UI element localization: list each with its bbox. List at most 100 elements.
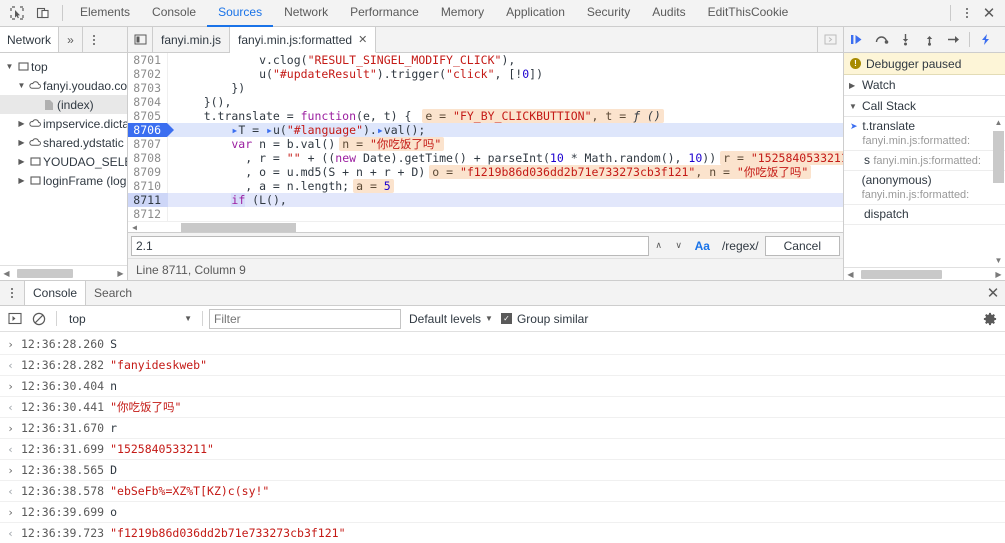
navigator-more-tabs-icon[interactable]: » <box>59 27 84 52</box>
tab-security[interactable]: Security <box>576 0 641 27</box>
line-number[interactable]: 8703 <box>128 81 168 95</box>
console-message[interactable]: › 12:36:31.670 r <box>0 418 1005 439</box>
tree-node-impservice[interactable]: ▶ impservice.dicta <box>0 114 127 133</box>
console-message[interactable]: › 12:36:28.260 S <box>0 334 1005 355</box>
tree-node-shared-ydstatic[interactable]: ▶ shared.ydstatic <box>0 133 127 152</box>
line-number[interactable]: 8702 <box>128 67 168 81</box>
debugger-horizontal-scrollbar[interactable]: ◀ ▶ <box>844 267 1005 280</box>
resume-script-execution-icon[interactable] <box>846 29 869 51</box>
code-line[interactable]: 8710 , a = n.length; a = 5 <box>128 179 843 193</box>
console-message[interactable]: › 12:36:38.565 D <box>0 460 1005 481</box>
code-line[interactable]: 8712 <box>128 207 843 221</box>
group-similar-checkbox[interactable]: ✓ Group similar <box>500 312 588 326</box>
tab-console[interactable]: Console <box>141 0 207 27</box>
line-content[interactable]: u("#updateResult").trigger("click", [!0]… <box>168 67 843 81</box>
gear-icon[interactable] <box>979 308 1001 330</box>
step-over-next-call-icon[interactable] <box>870 29 893 51</box>
line-number[interactable]: 8701 <box>128 53 168 67</box>
code-line-selected[interactable]: 8711 if (L(), <box>128 193 843 207</box>
editor-horizontal-scrollbar[interactable]: ◀ ▶ <box>128 221 843 232</box>
line-number[interactable]: 8708 <box>128 151 168 165</box>
close-devtools-icon[interactable]: ✕ <box>977 1 1001 25</box>
tree-node-youdao-select[interactable]: ▶ YOUDAO_SELE <box>0 152 127 171</box>
line-number[interactable]: 8711 <box>128 193 168 207</box>
call-stack-item[interactable]: ➤ t.translate fanyi.min.js:formatted: <box>844 117 1005 151</box>
chevron-down-icon[interactable]: ▼ <box>184 314 192 323</box>
close-tab-icon[interactable]: ✕ <box>358 33 367 46</box>
console-message[interactable]: ‹ 12:36:39.723 "f1219b86d036dd2b71e73327… <box>0 523 1005 543</box>
code-line[interactable]: 8709 , o = u.md5(S + n + r + D) o = "f121… <box>128 165 843 179</box>
twisty-icon[interactable]: ▶ <box>16 176 27 185</box>
line-number[interactable]: 8710 <box>128 179 168 193</box>
console-message[interactable]: ‹ 12:36:30.441 "你吃饭了吗" <box>0 397 1005 418</box>
scroll-left-icon[interactable]: ◀ <box>844 270 857 279</box>
line-number[interactable]: 8712 <box>128 207 168 221</box>
navigator-tab-network[interactable]: Network <box>0 27 60 52</box>
scroll-right-icon[interactable]: ▶ <box>992 270 1005 279</box>
step-out-of-function-icon[interactable] <box>918 29 941 51</box>
twisty-icon[interactable]: ▼ <box>4 62 15 71</box>
tree-node-loginframe[interactable]: ▶ loginFrame (log <box>0 171 127 190</box>
code-line[interactable]: 8705 t.translate = function(e, t) { e = … <box>128 109 843 123</box>
code-line[interactable]: 8704 }(), <box>128 95 843 109</box>
tab-network[interactable]: Network <box>273 0 339 27</box>
call-stack-section-header[interactable]: ▼ Call Stack <box>844 96 1005 117</box>
navigator-menu-icon[interactable] <box>83 27 105 52</box>
editor-more-tabs-icon[interactable] <box>818 27 843 52</box>
code-line[interactable]: 8708 , r = "" + ((new Date).getTime() + … <box>128 151 843 165</box>
scroll-down-icon[interactable]: ▼ <box>995 255 1003 267</box>
execution-context-icon[interactable] <box>4 308 26 330</box>
line-content[interactable]: , a = n.length; a = 5 <box>168 179 843 193</box>
chevron-right-icon[interactable]: ▶ <box>849 81 858 90</box>
line-content[interactable] <box>168 207 843 221</box>
log-levels-selector[interactable]: Default levels ▼ <box>403 312 499 326</box>
line-number[interactable]: 8709 <box>128 165 168 179</box>
regex-button[interactable]: /regex/ <box>716 239 765 253</box>
device-toolbar-icon[interactable] <box>30 1 56 26</box>
line-number[interactable]: 8707 <box>128 137 168 151</box>
code-editor[interactable]: 8701 v.clog("RESULT_SINGEL_MODIFY_CLICK"… <box>128 53 843 232</box>
scroll-right-icon[interactable]: ▶ <box>114 269 127 278</box>
console-message[interactable]: ‹ 12:36:31.699 "1525840533211" <box>0 439 1005 460</box>
line-content[interactable]: t.translate = function(e, t) { e = "FY_B… <box>168 109 843 123</box>
call-stack-item[interactable]: (anonymous) fanyi.min.js:formatted: <box>844 171 1005 205</box>
code-line[interactable]: 8703 }) <box>128 81 843 95</box>
search-input[interactable] <box>131 235 649 256</box>
tree-node-top[interactable]: ▼ top <box>0 57 127 76</box>
filter-input[interactable] <box>209 308 401 329</box>
deactivate-breakpoints-icon[interactable] <box>974 29 997 51</box>
line-number[interactable]: 8705 <box>128 109 168 123</box>
tab-sources[interactable]: Sources <box>207 0 274 27</box>
execution-context-selector[interactable]: top ▼ <box>63 309 196 329</box>
line-number[interactable]: 8706 <box>128 123 174 137</box>
line-content[interactable]: if (L(), <box>168 193 843 207</box>
tab-memory[interactable]: Memory <box>430 0 495 27</box>
scrollbar-thumb[interactable] <box>181 223 296 232</box>
call-stack-vertical-scrollbar[interactable]: ▲ ▼ <box>992 117 1005 267</box>
twisty-icon[interactable]: ▶ <box>16 157 27 166</box>
console-message[interactable]: ‹ 12:36:38.578 "ebSeFb%=XZ%T[KZ)c(sy!" <box>0 481 1005 502</box>
show-navigator-icon[interactable] <box>128 27 153 52</box>
twisty-icon[interactable]: ▶ <box>16 138 27 147</box>
line-content[interactable]: v.clog("RESULT_SINGEL_MODIFY_CLICK"), <box>168 53 843 67</box>
code-line[interactable]: 8707 var n = b.val() n = "你吃饭了吗" <box>128 137 843 151</box>
drawer-tab-search[interactable]: Search <box>86 281 140 305</box>
tab-performance[interactable]: Performance <box>339 0 430 27</box>
tab-audits[interactable]: Audits <box>641 0 696 27</box>
step-into-next-call-icon[interactable] <box>894 29 917 51</box>
customize-devtools-icon[interactable] <box>957 3 977 23</box>
tree-node-fanyi-youdao[interactable]: ▼ fanyi.youdao.co <box>0 76 127 95</box>
step-icon[interactable] <box>942 29 965 51</box>
line-number[interactable]: 8704 <box>128 95 168 109</box>
tab-editthiscookie[interactable]: EditThisCookie <box>697 0 800 27</box>
chevron-down-icon[interactable]: ▼ <box>849 102 858 111</box>
drawer-menu-icon[interactable] <box>0 281 24 305</box>
close-drawer-icon[interactable]: ✕ <box>981 281 1005 305</box>
drawer-tab-console[interactable]: Console <box>24 281 87 305</box>
scrollbar-track[interactable] <box>857 269 992 280</box>
twisty-icon[interactable]: ▶ <box>16 119 27 128</box>
checkbox-checked-icon[interactable]: ✓ <box>500 313 512 324</box>
call-stack-item[interactable]: dispatch <box>844 205 1005 225</box>
tab-elements[interactable]: Elements <box>69 0 141 27</box>
inspect-cursor-icon[interactable] <box>4 1 30 26</box>
